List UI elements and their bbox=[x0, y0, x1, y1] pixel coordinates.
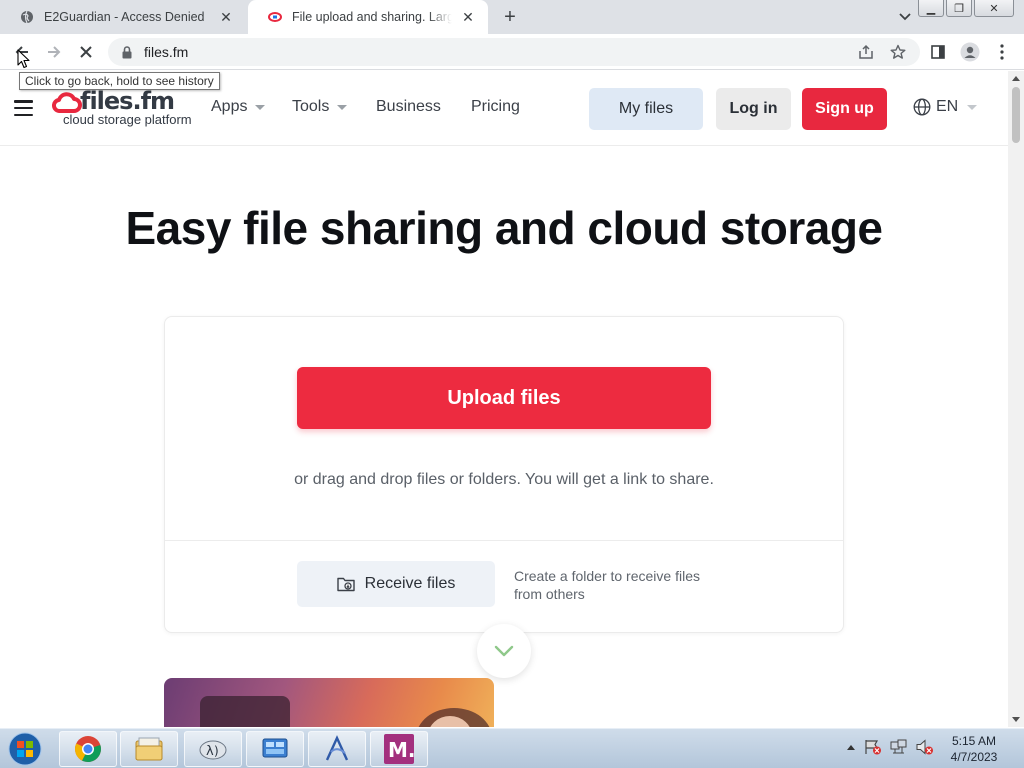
close-icon[interactable]: ✕ bbox=[218, 9, 234, 25]
mouse-cursor-icon bbox=[17, 49, 30, 74]
action-center-flag-icon[interactable] bbox=[864, 739, 882, 755]
taskbar-file-explorer[interactable] bbox=[120, 731, 178, 767]
taskbar-control-panel[interactable] bbox=[246, 731, 304, 767]
m-app-icon: M. bbox=[384, 734, 414, 764]
promo-image bbox=[164, 678, 494, 727]
address-bar[interactable]: files.fm bbox=[108, 38, 920, 66]
chevron-down-icon[interactable] bbox=[896, 8, 914, 26]
upload-card: Upload files or drag and drop files or f… bbox=[164, 316, 844, 633]
drag-drop-hint: or drag and drop files or folders. You w… bbox=[294, 471, 714, 488]
sign-up-button[interactable]: Sign up bbox=[802, 88, 887, 130]
cloud-logo-icon bbox=[52, 92, 82, 113]
logo-subtitle: cloud storage platform bbox=[63, 112, 192, 127]
page-scrollbar[interactable] bbox=[1008, 71, 1024, 727]
card-divider bbox=[165, 540, 843, 541]
browser-toolbar: files.fm bbox=[0, 34, 1024, 70]
language-label: EN bbox=[936, 98, 959, 115]
svg-text:): ) bbox=[214, 744, 219, 758]
new-tab-icon[interactable]: + bbox=[498, 6, 522, 28]
receive-files-button[interactable]: Receive files bbox=[297, 561, 495, 607]
chevron-down-icon bbox=[494, 645, 514, 657]
restore-icon[interactable]: ❐ bbox=[946, 0, 972, 17]
globe-icon bbox=[20, 10, 34, 24]
files-fm-logo[interactable]: files.fm cloud storage platform bbox=[52, 87, 192, 128]
nav-apps-label: Apps bbox=[211, 98, 248, 115]
window-controls: ▁ ❐ ✕ bbox=[916, 0, 1014, 17]
tab-files-fm[interactable]: File upload and sharing. Large files ✕ bbox=[248, 0, 488, 34]
caret-down-icon bbox=[337, 104, 348, 110]
scroll-down-arrow-icon[interactable] bbox=[1012, 717, 1020, 722]
taskbar-terminal[interactable]: λ ) bbox=[184, 731, 242, 767]
folder-receive-icon bbox=[336, 577, 355, 592]
system-clock[interactable]: 5:15 AM 4/7/2023 bbox=[944, 733, 1004, 765]
upload-files-button[interactable]: Upload files bbox=[297, 367, 711, 429]
taskbar-m-app[interactable]: M. bbox=[370, 731, 428, 767]
side-panel-icon[interactable] bbox=[926, 40, 950, 64]
windows-taskbar: λ ) M. 5:15 AM 4/7/2023 bbox=[0, 728, 1024, 768]
share-icon[interactable] bbox=[854, 40, 878, 64]
volume-muted-icon[interactable] bbox=[916, 739, 934, 755]
scrollbar-thumb[interactable] bbox=[1012, 87, 1020, 143]
scroll-down-button[interactable] bbox=[477, 624, 531, 678]
tab-title: File upload and sharing. Large files bbox=[292, 10, 452, 24]
language-selector[interactable]: EN bbox=[913, 98, 978, 116]
star-icon[interactable] bbox=[886, 40, 910, 64]
clock-time: 5:15 AM bbox=[951, 734, 997, 748]
system-tray bbox=[846, 739, 934, 755]
nav-business[interactable]: Business bbox=[376, 98, 441, 116]
svg-text:λ: λ bbox=[206, 744, 214, 759]
file-explorer-icon bbox=[135, 737, 163, 761]
tab-title: E2Guardian - Access Denied bbox=[44, 10, 205, 24]
forward-arrow-icon[interactable] bbox=[42, 40, 66, 64]
nav-pricing[interactable]: Pricing bbox=[471, 98, 520, 116]
close-window-icon[interactable]: ✕ bbox=[974, 0, 1014, 17]
logo-text: files.fm bbox=[80, 87, 175, 115]
url-text: files.fm bbox=[144, 44, 189, 60]
control-panel-icon bbox=[262, 738, 288, 758]
files-fm-favicon-icon bbox=[268, 10, 282, 24]
hero-title: Easy file sharing and cloud storage bbox=[125, 202, 883, 254]
page-viewport: files.fm cloud storage platform Apps Too… bbox=[0, 71, 1008, 727]
receive-files-label: Receive files bbox=[364, 575, 456, 592]
stop-loading-icon[interactable] bbox=[74, 40, 98, 64]
back-button-tooltip: Click to go back, hold to see history bbox=[19, 72, 220, 90]
tray-expand-icon[interactable] bbox=[846, 743, 856, 751]
log-in-button[interactable]: Log in bbox=[716, 88, 791, 130]
caret-down-icon bbox=[255, 104, 266, 110]
svg-text:M.: M. bbox=[388, 738, 414, 762]
chrome-icon bbox=[75, 736, 101, 763]
windows-logo-icon bbox=[8, 732, 42, 766]
globe-icon bbox=[913, 98, 931, 116]
scroll-up-arrow-icon[interactable] bbox=[1012, 76, 1020, 81]
network-icon[interactable] bbox=[890, 739, 908, 755]
kebab-menu-icon[interactable] bbox=[990, 40, 1014, 64]
nav-tools-label: Tools bbox=[292, 98, 330, 115]
receive-files-description: Create a folder to receive files from ot… bbox=[514, 568, 700, 602]
clock-date: 4/7/2023 bbox=[950, 750, 998, 764]
app-icon bbox=[325, 735, 349, 761]
start-button[interactable] bbox=[4, 731, 46, 767]
my-files-button[interactable]: My files bbox=[589, 88, 703, 130]
nav-apps[interactable]: Apps bbox=[211, 98, 266, 116]
hamburger-menu-icon[interactable] bbox=[14, 100, 33, 116]
lock-icon[interactable] bbox=[120, 45, 134, 59]
profile-avatar-icon[interactable] bbox=[958, 40, 982, 64]
tab-strip: E2Guardian - Access Denied ✕ File upload… bbox=[0, 0, 1024, 34]
caret-down-icon bbox=[967, 104, 978, 110]
nav-business-label: Business bbox=[376, 98, 441, 115]
nav-pricing-label: Pricing bbox=[471, 98, 520, 115]
tab-e2guardian[interactable]: E2Guardian - Access Denied ✕ bbox=[0, 0, 246, 34]
taskbar-chrome[interactable] bbox=[59, 731, 117, 767]
nav-tools[interactable]: Tools bbox=[292, 98, 348, 116]
minimize-icon[interactable]: ▁ bbox=[918, 0, 944, 17]
close-icon[interactable]: ✕ bbox=[460, 9, 476, 25]
terminal-icon: λ ) bbox=[199, 740, 227, 760]
taskbar-app[interactable] bbox=[308, 731, 366, 767]
